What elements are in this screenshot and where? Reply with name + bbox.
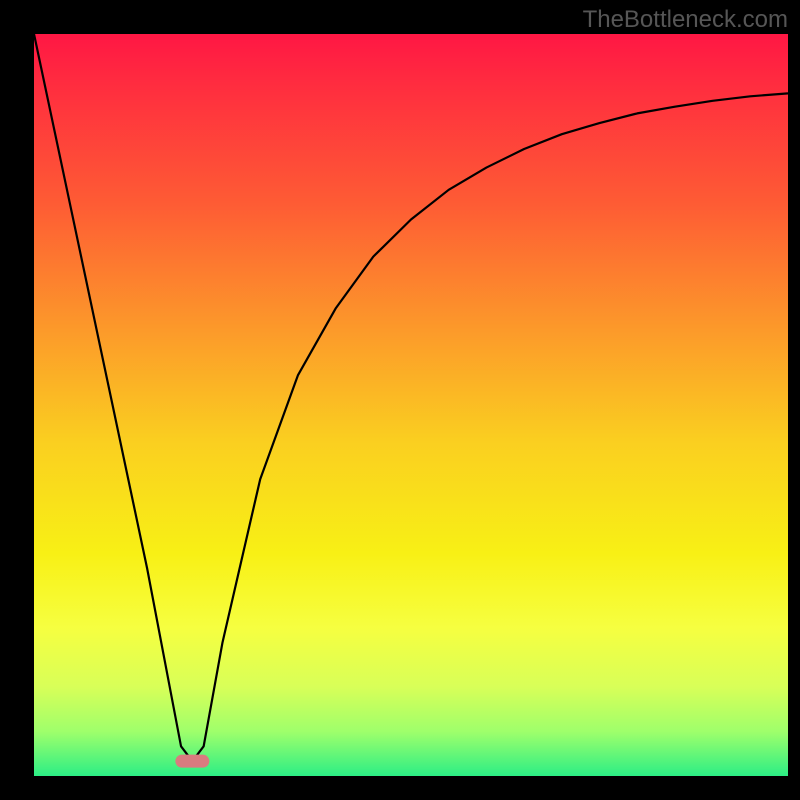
watermark-text: TheBottleneck.com — [583, 6, 788, 34]
chart-frame: TheBottleneck.com — [0, 0, 800, 800]
plot-background — [34, 34, 788, 776]
minimum-marker — [175, 755, 209, 768]
bottleneck-chart — [0, 0, 800, 800]
